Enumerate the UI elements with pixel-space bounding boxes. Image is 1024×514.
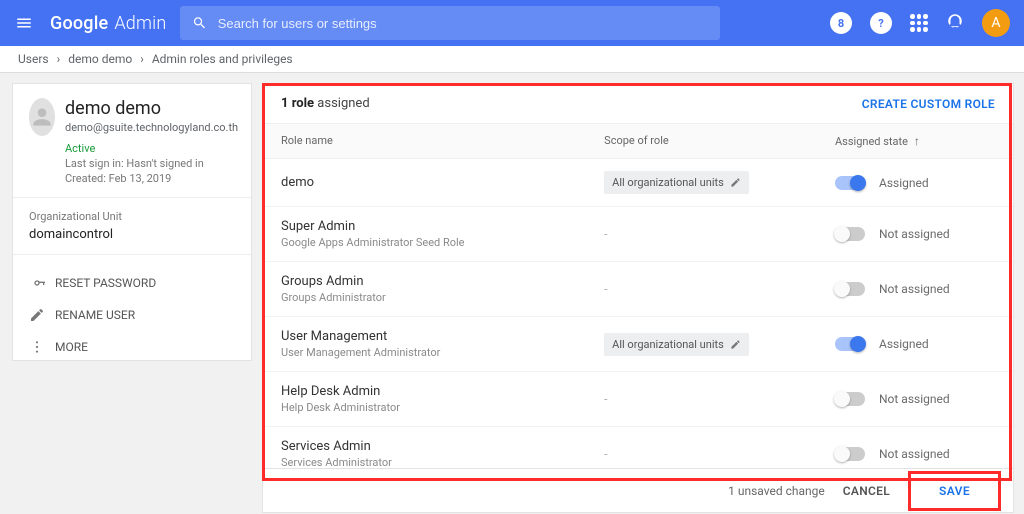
user-email: demo@gsuite.technologyland.co.th	[65, 121, 238, 134]
key-icon	[29, 275, 45, 291]
more-icon	[29, 339, 45, 355]
table-row: demoAll organizational units Assigned	[263, 159, 1013, 207]
assign-toggle[interactable]	[835, 176, 865, 190]
state-text: Assigned	[879, 176, 929, 190]
last-signin: Last sign in: Hasn't signed in	[65, 157, 238, 170]
table-row: Help Desk Admin Help Desk Administrator- N…	[263, 372, 1013, 427]
scope-empty: -	[604, 447, 607, 461]
col-role-name: Role name	[281, 134, 604, 148]
ou-value: domaincontrol	[29, 227, 235, 242]
unsaved-info: 1 unsaved change	[728, 484, 825, 498]
scope-empty: -	[604, 227, 607, 241]
table-row: Groups Admin Groups Administrator- Not ass…	[263, 262, 1013, 317]
table-row: Super Admin Google Apps Administrator See…	[263, 207, 1013, 262]
cancel-button[interactable]: CANCEL	[843, 484, 890, 498]
assign-toggle[interactable]	[835, 392, 865, 406]
breadcrumb: Users › demo demo › Admin roles and priv…	[0, 46, 1024, 73]
reset-password-button[interactable]: RESET PASSWORD	[29, 267, 235, 299]
role-name: demo	[281, 175, 604, 190]
role-name: Super Admin	[281, 219, 604, 234]
search-input[interactable]	[218, 16, 709, 31]
user-status: Active	[65, 142, 238, 155]
scope-empty: -	[604, 282, 607, 296]
panel-title: 1 role assigned	[281, 96, 370, 111]
app-header: Google Admin 8 ? A	[0, 0, 1024, 46]
state-text: Assigned	[879, 337, 929, 351]
assign-toggle[interactable]	[835, 282, 865, 296]
col-scope: Scope of role	[604, 134, 835, 148]
scope-empty: -	[604, 392, 607, 406]
user-card: demo demo demo@gsuite.technologyland.co.…	[12, 83, 252, 361]
help-icon[interactable]: ?	[870, 12, 892, 34]
save-button[interactable]: SAVE	[921, 478, 988, 504]
role-description: Groups Administrator	[281, 291, 604, 304]
more-button[interactable]: MORE	[29, 331, 235, 363]
create-custom-role-button[interactable]: CREATE CUSTOM ROLE	[862, 97, 995, 111]
pencil-icon	[730, 177, 741, 188]
user-avatar	[29, 98, 55, 136]
assign-toggle[interactable]	[835, 447, 865, 461]
role-name: Groups Admin	[281, 274, 604, 289]
role-description: Services Administrator	[281, 456, 604, 468]
role-name: Help Desk Admin	[281, 384, 604, 399]
logo: Google Admin	[50, 13, 166, 34]
notifications-icon[interactable]	[946, 12, 964, 34]
role-name: User Management	[281, 329, 604, 344]
crumb-users[interactable]: Users	[18, 52, 49, 66]
crumb-user[interactable]: demo demo	[68, 52, 132, 66]
pencil-icon	[730, 339, 741, 350]
scope-chip[interactable]: All organizational units	[604, 333, 749, 356]
state-text: Not assigned	[879, 227, 950, 241]
role-description: User Management Administrator	[281, 346, 604, 359]
col-state[interactable]: Assigned state ↑	[835, 134, 995, 148]
apps-icon[interactable]	[910, 14, 928, 32]
role-description: Google Apps Administrator Seed Role	[281, 236, 604, 249]
table-row: Services Admin Services Administrator- Not…	[263, 427, 1013, 468]
table-header: Role name Scope of role Assigned state ↑	[263, 124, 1013, 159]
menu-icon[interactable]	[12, 11, 36, 35]
state-text: Not assigned	[879, 392, 950, 406]
panel-footer: 1 unsaved change CANCEL SAVE	[263, 468, 1013, 512]
assign-toggle[interactable]	[835, 337, 865, 351]
state-text: Not assigned	[879, 282, 950, 296]
created-date: Created: Feb 13, 2019	[65, 172, 238, 185]
search-box[interactable]	[180, 6, 720, 40]
roles-panel: 1 role assigned CREATE CUSTOM ROLE Role …	[262, 83, 1014, 513]
rename-user-button[interactable]: RENAME USER	[29, 299, 235, 331]
logo-admin: Admin	[114, 13, 166, 34]
ou-label: Organizational Unit	[29, 210, 235, 223]
state-text: Not assigned	[879, 447, 950, 461]
pencil-icon	[29, 307, 45, 323]
search-icon	[192, 15, 207, 31]
crumb-current: Admin roles and privileges	[152, 52, 293, 66]
role-description: Help Desk Administrator	[281, 401, 604, 414]
assign-toggle[interactable]	[835, 227, 865, 241]
role-name: Services Admin	[281, 439, 604, 454]
sort-asc-icon: ↑	[914, 134, 920, 148]
save-highlight: SAVE	[908, 471, 1001, 511]
account-avatar[interactable]: A	[982, 9, 1010, 37]
table-row: User Management User Management Administr…	[263, 317, 1013, 372]
scope-chip[interactable]: All organizational units	[604, 171, 749, 194]
badge-icon[interactable]: 8	[830, 12, 852, 34]
logo-google: Google	[50, 13, 108, 34]
header-icons: 8 ? A	[830, 9, 1010, 37]
user-name: demo demo	[65, 98, 238, 119]
